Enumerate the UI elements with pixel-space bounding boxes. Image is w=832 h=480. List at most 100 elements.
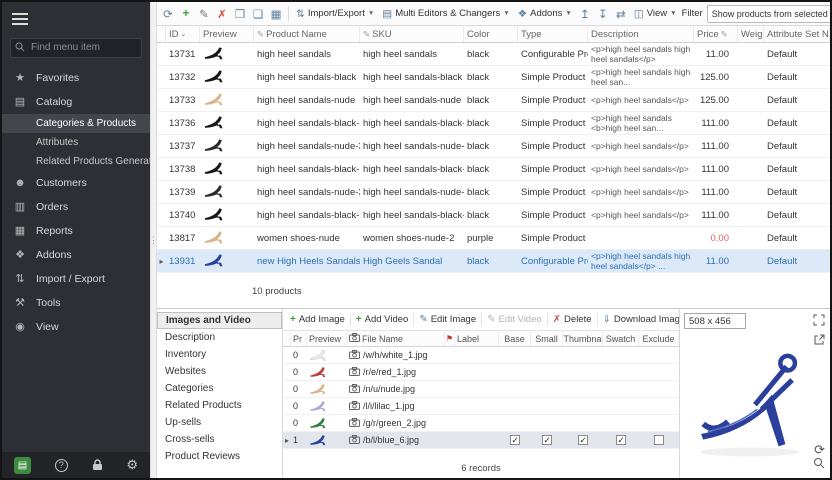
product-sku: high heel sandals-black xyxy=(360,72,464,83)
images-column-base[interactable]: Base xyxy=(499,331,531,346)
import-export-button[interactable]: ⇅Import/Export▼ xyxy=(293,6,377,22)
product-row[interactable]: 13817women shoes-nudewomen shoes-nude-2p… xyxy=(157,227,830,250)
sidebar-item-addons[interactable]: ❖Addons xyxy=(2,243,150,267)
sidebar-item-customers[interactable]: ☻Customers xyxy=(2,171,150,195)
product-row[interactable]: 13737high heel sandals-nude-36high heel … xyxy=(157,135,830,158)
edit-product-icon[interactable]: ✎ xyxy=(196,7,212,21)
sidebar-item-related-products-generator[interactable]: Related Products Generator xyxy=(2,152,150,171)
product-name: women shoes-nude xyxy=(254,233,360,244)
column-header-product-name[interactable]: ✎Product Name xyxy=(254,26,360,42)
sidebar-item-view[interactable]: ◉View xyxy=(2,315,150,339)
tab-images-and-video[interactable]: Images and Video xyxy=(157,312,282,329)
copy-icon[interactable]: ❐ xyxy=(232,7,248,21)
sidebar-item-favorites[interactable]: ★Favorites xyxy=(2,66,150,90)
product-row[interactable]: 13732high heel sandals-blackhigh heel sa… xyxy=(157,66,830,89)
product-row[interactable]: ▸13931new High Heels SandalsHigh Geels S… xyxy=(157,250,830,273)
fullscreen-icon[interactable] xyxy=(813,314,825,330)
expand-rows-icon[interactable]: ↥ xyxy=(577,7,593,21)
images-column-file-name[interactable]: File Name xyxy=(347,331,445,346)
collapse-rows-icon[interactable]: ↧ xyxy=(595,7,611,21)
column-header-preview[interactable]: Preview xyxy=(200,26,254,42)
product-row[interactable]: 13738high heel sandals-black-37high heel… xyxy=(157,158,830,181)
images-column-preview[interactable]: Preview xyxy=(307,331,347,346)
product-row[interactable]: 13736high heel sandals-black-36high heel… xyxy=(157,112,830,135)
sidebar-bottom-bar: ▤ ? ⚙ xyxy=(2,452,150,478)
sidebar-item-categories-products[interactable]: Categories & Products xyxy=(2,114,150,133)
image-row[interactable]: 0/l/i/lilac_1.jpg xyxy=(283,398,679,415)
tab-up-sells[interactable]: Up-sells xyxy=(157,414,282,431)
image-row[interactable]: 0/r/e/red_1.jpg xyxy=(283,364,679,381)
sidebar-item-import-export[interactable]: ⇅Import / Export xyxy=(2,267,150,291)
help-icon[interactable]: ? xyxy=(55,459,68,472)
product-row[interactable]: 13739high heel sandals-nude-37high heel … xyxy=(157,181,830,204)
column-header-attribute-set[interactable]: Attribute Set Name xyxy=(764,26,830,42)
small-checkbox[interactable]: ✓ xyxy=(542,435,552,445)
product-row[interactable]: 13733high heel sandals-nudehigh heel san… xyxy=(157,89,830,112)
view-button[interactable]: ◫View▼ xyxy=(631,6,680,22)
images-column-swatch[interactable]: Swatch xyxy=(603,331,639,346)
image-size-field[interactable]: 508 x 456 xyxy=(684,313,746,329)
rotate-icon[interactable]: ⟳ xyxy=(814,443,825,456)
delete-product-icon[interactable]: ✗ xyxy=(214,7,230,21)
edit-video-button[interactable]: ✎Edit Video xyxy=(482,309,547,330)
images-column-label[interactable]: Label xyxy=(455,331,499,346)
images-column-position[interactable]: Pr xyxy=(291,331,307,346)
image-row[interactable]: 0/n/u/nude.jpg xyxy=(283,381,679,398)
add-video-button[interactable]: +Add Video xyxy=(351,309,414,330)
images-column-exclude[interactable]: Exclude xyxy=(639,331,679,346)
delete-image-button[interactable]: ✗Delete xyxy=(548,309,597,330)
sidebar-search xyxy=(10,37,142,58)
sidebar-item-attributes[interactable]: Attributes xyxy=(2,133,150,152)
product-name: high heel sandals-nude-36 xyxy=(254,141,360,152)
sidebar-item-catalog[interactable]: ▤Catalog xyxy=(2,90,150,114)
gear-icon[interactable]: ⚙ xyxy=(126,457,138,473)
tab-inventory[interactable]: Inventory xyxy=(157,346,282,363)
image-row[interactable]: 0/w/h/white_1.jpg xyxy=(283,347,679,364)
download-image-button[interactable]: ⇓Download Image xyxy=(598,309,679,330)
exclude-checkbox[interactable] xyxy=(654,435,664,445)
column-header-weight[interactable]: Weight xyxy=(738,26,764,42)
category-filter-select[interactable]: Show products from selected categories▼ xyxy=(707,5,830,23)
sidebar-item-orders[interactable]: ▥Orders xyxy=(2,195,150,219)
multi-editors-button[interactable]: ▤Multi Editors & Changers▼ xyxy=(379,6,512,22)
sidebar-item-reports[interactable]: ▦Reports xyxy=(2,219,150,243)
tab-description[interactable]: Description xyxy=(157,329,282,346)
swatch-checkbox[interactable]: ✓ xyxy=(616,435,626,445)
column-header-description[interactable]: Description xyxy=(588,26,694,42)
thumbnail-checkbox[interactable]: ✓ xyxy=(578,435,588,445)
edit-image-button[interactable]: ✎Edit Image xyxy=(414,309,481,330)
column-header-sku[interactable]: ✎SKU xyxy=(360,26,464,42)
sidebar-item-tools[interactable]: ⚒Tools xyxy=(2,291,150,315)
column-header-type[interactable]: Type xyxy=(518,26,588,42)
product-row[interactable]: 13731high heel sandalshigh heel sandalsb… xyxy=(157,43,830,66)
tab-cross-sells[interactable]: Cross-sells xyxy=(157,431,282,448)
panel-splitter[interactable]: ⋮ xyxy=(150,2,157,478)
hamburger-menu-icon[interactable] xyxy=(2,2,150,32)
tab-websites[interactable]: Websites xyxy=(157,363,282,380)
add-image-button[interactable]: +Add Image xyxy=(285,309,350,330)
images-column-thumbnail[interactable]: Thumbna xyxy=(563,331,603,346)
images-column-small[interactable]: Small xyxy=(531,331,563,346)
images-column-flag[interactable]: ⚑ xyxy=(445,331,455,346)
product-row[interactable]: 13740high heel sandals-black-38high heel… xyxy=(157,204,830,227)
add-product-icon[interactable]: + xyxy=(178,8,194,20)
refresh-icon[interactable]: ⟳ xyxy=(160,7,176,21)
tab-related-products[interactable]: Related Products xyxy=(157,397,282,414)
addons-button[interactable]: ❖Addons▼ xyxy=(515,6,575,22)
base-checkbox[interactable]: ✓ xyxy=(510,435,520,445)
lock-icon[interactable] xyxy=(92,459,103,471)
column-header-id[interactable]: ID⌄ xyxy=(166,26,200,42)
column-header-color[interactable]: Color xyxy=(464,26,518,42)
swap-icon[interactable]: ⇄ xyxy=(613,7,629,21)
column-header-price[interactable]: Price✎ xyxy=(694,26,738,42)
zoom-icon[interactable] xyxy=(813,457,825,473)
image-row[interactable]: 0/g/r/green_2.jpg xyxy=(283,415,679,432)
search-input[interactable] xyxy=(10,38,142,58)
image-row[interactable]: ▸1/b/l/blue_6.jpg✓✓✓✓ xyxy=(283,432,679,449)
tab-categories[interactable]: Categories xyxy=(157,380,282,397)
sidebar-item-label: Addons xyxy=(36,249,72,261)
paste-icon[interactable]: ❏ xyxy=(250,7,266,21)
columns-icon[interactable]: ▦ xyxy=(268,7,284,21)
store-icon[interactable]: ▤ xyxy=(14,457,31,474)
tab-product-reviews[interactable]: Product Reviews xyxy=(157,448,282,465)
